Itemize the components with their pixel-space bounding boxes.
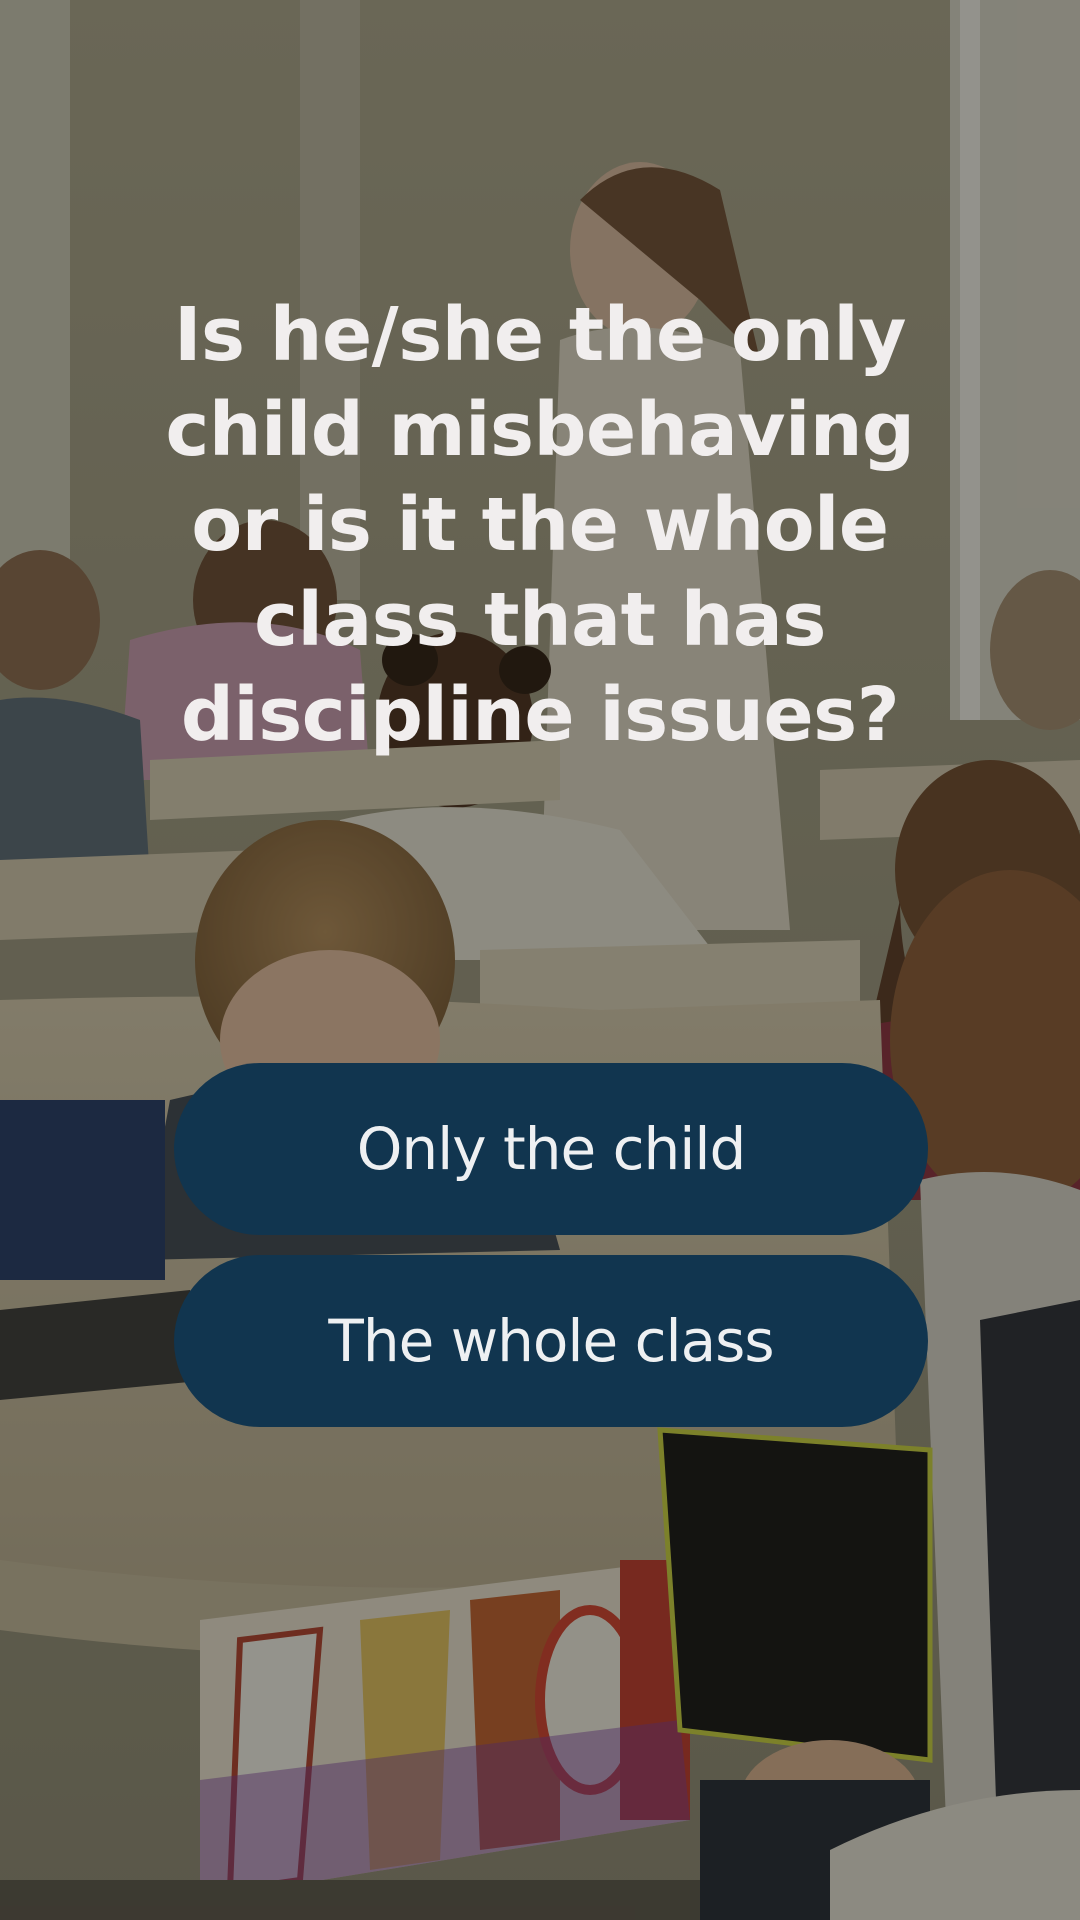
answer-options: Only the child The whole class — [174, 1063, 928, 1427]
question-text: Is he/she the only child misbehaving or … — [165, 292, 915, 758]
quiz-screen: Is he/she the only child misbehaving or … — [0, 0, 1080, 1920]
answer-label: The whole class — [328, 1307, 774, 1375]
answer-button-only-the-child[interactable]: Only the child — [174, 1063, 928, 1235]
answer-label: Only the child — [356, 1115, 747, 1183]
answer-button-the-whole-class[interactable]: The whole class — [174, 1255, 928, 1427]
